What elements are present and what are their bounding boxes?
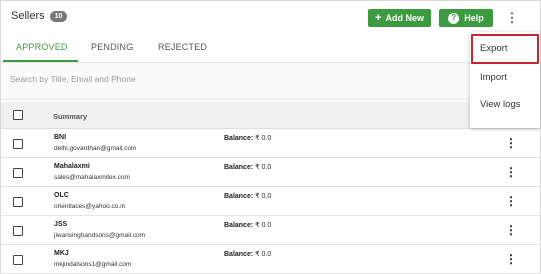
add-new-button[interactable]: + Add New — [368, 9, 431, 27]
table-row: Mahalaxmi sales@mahalaxmitex.com Balance… — [1, 158, 540, 187]
seller-name: MKJ — [54, 250, 69, 257]
balance-label: Balance: — [224, 222, 254, 229]
seller-email: delhi.govardhan@gmail.com — [54, 145, 137, 152]
seller-name: OLC — [54, 192, 69, 199]
page-header: Sellers 10 + Add New ? Help ⋮ — [1, 1, 540, 33]
row-menu-button[interactable]: ⋮ — [505, 136, 517, 150]
summary-column-header: Summary — [53, 112, 88, 121]
seller-balance: Balance: ₹ 0.0 — [224, 250, 271, 258]
kebab-menu-icon: ⋮ — [505, 223, 517, 237]
seller-email: sales@mahalaxmitex.com — [54, 174, 130, 181]
seller-count-badge: 10 — [49, 10, 68, 22]
row-menu-button[interactable]: ⋮ — [505, 223, 517, 237]
seller-name: Mahalaxmi — [54, 163, 90, 170]
seller-balance: Balance: ₹ 0.0 — [224, 163, 271, 171]
page-title-label: Sellers — [11, 10, 45, 22]
seller-email: orientlaces@yahoo.co.in — [54, 203, 126, 210]
table-row: OLC orientlaces@yahoo.co.in Balance: ₹ 0… — [1, 187, 540, 216]
seller-name: JSS — [54, 221, 68, 228]
table-row: JSS jiwansinghandsons@gmail.com Balance:… — [1, 216, 540, 245]
help-label: Help — [464, 13, 484, 23]
question-circle-icon: ? — [448, 12, 460, 24]
row-checkbox[interactable] — [13, 255, 23, 265]
balance-label: Balance: — [224, 164, 254, 171]
balance-label: Balance: — [224, 135, 254, 142]
balance-value: ₹ 0.0 — [255, 251, 272, 258]
tab-pending[interactable]: PENDING — [91, 42, 133, 52]
table-header: Summary — [1, 102, 540, 129]
add-new-label: Add New — [385, 13, 424, 23]
search-bar — [1, 63, 540, 100]
balance-label: Balance: — [224, 193, 254, 200]
seller-email: jiwansinghandsons@gmail.com — [54, 232, 146, 239]
seller-name: BNI — [54, 134, 67, 141]
row-checkbox[interactable] — [13, 139, 23, 149]
more-options-dropdown: Export Import View logs — [470, 32, 540, 128]
table-row: BNI delhi.govardhan@gmail.com Balance: ₹… — [1, 129, 540, 158]
active-tab-indicator — [3, 60, 78, 62]
help-button[interactable]: ? Help — [439, 9, 493, 27]
row-checkbox[interactable] — [13, 168, 23, 178]
seller-balance: Balance: ₹ 0.0 — [224, 221, 271, 229]
table-row: MKJ mkjindalsons1@gmail.com Balance: ₹ 0… — [1, 245, 540, 274]
balance-value: ₹ 0.0 — [255, 135, 272, 142]
kebab-menu-icon: ⋮ — [505, 10, 519, 25]
tab-rejected[interactable]: REJECTED — [158, 42, 207, 52]
kebab-menu-icon: ⋮ — [505, 165, 517, 179]
balance-value: ₹ 0.0 — [255, 222, 272, 229]
row-checkbox[interactable] — [13, 197, 23, 207]
kebab-menu-icon: ⋮ — [505, 252, 517, 266]
seller-email: mkjindalsons1@gmail.com — [54, 261, 132, 268]
balance-value: ₹ 0.0 — [255, 193, 272, 200]
balance-label: Balance: — [224, 251, 254, 258]
row-menu-button[interactable]: ⋮ — [505, 165, 517, 179]
plus-icon: + — [375, 11, 382, 24]
menu-item-export[interactable]: Export — [480, 43, 507, 54]
sellers-page: Sellers 10 + Add New ? Help ⋮ APPROVED P… — [0, 0, 541, 274]
seller-balance: Balance: ₹ 0.0 — [224, 192, 271, 200]
search-input[interactable] — [10, 74, 450, 84]
status-tabs: APPROVED PENDING REJECTED — [1, 33, 540, 63]
more-options-button[interactable]: ⋮ — [505, 9, 519, 27]
row-menu-button[interactable]: ⋮ — [505, 252, 517, 266]
tab-approved[interactable]: APPROVED — [16, 42, 68, 52]
kebab-menu-icon: ⋮ — [505, 194, 517, 208]
kebab-menu-icon: ⋮ — [505, 136, 517, 150]
select-all-checkbox[interactable] — [13, 110, 23, 120]
row-checkbox[interactable] — [13, 226, 23, 236]
menu-item-view-logs[interactable]: View logs — [480, 99, 521, 110]
seller-balance: Balance: ₹ 0.0 — [224, 134, 271, 142]
page-title: Sellers 10 — [11, 10, 68, 22]
menu-item-import[interactable]: Import — [480, 72, 507, 83]
row-menu-button[interactable]: ⋮ — [505, 194, 517, 208]
balance-value: ₹ 0.0 — [255, 164, 272, 171]
